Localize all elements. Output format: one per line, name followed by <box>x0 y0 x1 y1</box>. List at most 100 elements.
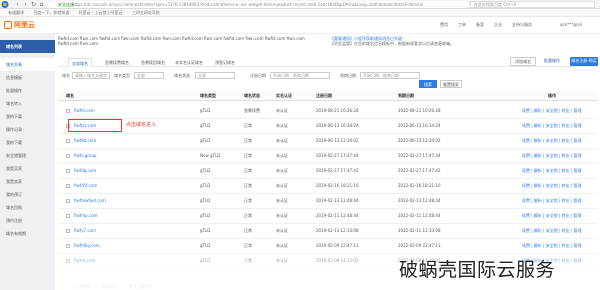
buy-domain-button[interactable]: 域名注册-购买 <box>570 57 598 66</box>
bookmark-item[interactable]: 有道翻译 <box>8 10 24 15</box>
domain-link[interactable]: fiwfy7.com <box>74 228 96 234</box>
row-actions[interactable]: 续费 | 解析 | 安全锁 | 转出 | 管理 <box>522 213 582 219</box>
reg-date: 2019-02-27 17:47:42 <box>316 168 359 173</box>
row-checkbox[interactable] <box>66 214 70 218</box>
sidebar-item-batch[interactable]: 批量操作 <box>0 84 55 97</box>
reg-date: 2019-06-13 16:34:24 <box>316 123 359 128</box>
bookmark-item[interactable]: 三四五网址导航 <box>132 10 160 15</box>
home-icon[interactable]: ⌂ <box>38 1 45 8</box>
domain-link[interactable]: fiwfmwfjud.com <box>74 198 106 204</box>
domain-status: 正常 <box>244 153 252 158</box>
row-actions[interactable]: 续费 | 解析 | 安全锁 | 转出 | 管理 <box>522 168 582 174</box>
tab-redeem[interactable]: 急需赎回域名 <box>138 58 168 67</box>
domain-link[interactable]: fiwfmp.com <box>74 213 97 219</box>
bookmark-item[interactable]: 阿里云 - 上云就上阿里云 <box>79 10 123 15</box>
batch-operation-button[interactable]: 批量操作 <box>540 57 564 66</box>
col-header-type: 域名类型 <box>200 93 216 98</box>
row-actions[interactable]: 续费 | 解析 | 安全锁 | 转出 | 管理 <box>522 228 582 234</box>
user-account[interactable]: ace***@ali <box>560 21 590 28</box>
announcement: 【重要通知】小程序获取通知消息已升级！ 【资金监管】在您的域名信息模板中，根据新… <box>330 36 590 50</box>
domain-link[interactable]: fiwfdg.com <box>74 168 96 174</box>
auth-status: 未认证 <box>276 168 288 173</box>
col-header-expdate: 到期日期 <box>398 93 414 98</box>
domain-link[interactable]: fiwfid.com <box>74 108 95 114</box>
sidebar-item-oplog[interactable]: 操作记录 <box>0 123 55 136</box>
row-checkbox[interactable] <box>66 154 70 158</box>
refresh-icon[interactable]: ↻ <box>30 1 37 8</box>
exp-date: 2022-02-16 18:21:10 <box>398 183 441 188</box>
sidebar-item-buyback[interactable]: 域名回购 <box>0 201 55 214</box>
sidebar-item-prereg[interactable]: 预约注册 <box>0 214 55 227</box>
reg-date: 2019-02-11 12:48:44 <box>316 213 359 218</box>
tab-all-domains[interactable]: 全部域名 <box>68 58 92 67</box>
reg-date-range[interactable]: 开始日期 - 结束日期 <box>270 72 330 79</box>
sidebar-item-seller[interactable]: 我是卖家 <box>0 175 55 188</box>
sidebar-item-template[interactable]: 信息模板 <box>0 71 55 84</box>
browser-search-input[interactable]: 在此处搜索百度 Ctrl+K <box>470 1 595 8</box>
auth-status: 未认证 <box>276 228 288 233</box>
notice-line: fiwfid.com fiwn.com fiwfid.com fiwn.com … <box>58 36 305 41</box>
domain-link[interactable]: fiwfo.group <box>74 153 96 159</box>
sidebar-item-domain-list[interactable]: 域名列表 <box>0 58 55 71</box>
bookmark-item[interactable]: 百度一下，你就知道 <box>33 10 69 15</box>
exp-date: 2022-06-13 16:34:24 <box>398 123 441 128</box>
exp-date-range[interactable]: 开始日期 - 结束日期 <box>360 72 420 79</box>
row-actions[interactable]: 续费 | 解析 | 安全锁 | 转出 | 管理 <box>522 138 582 144</box>
row-actions[interactable]: 续费 | 解析 | 安全锁 | 转出 | 管理 <box>522 108 582 114</box>
auth-status: 未认证 <box>276 108 288 113</box>
topnav-link-support[interactable]: 支持与服务 <box>512 22 532 28</box>
sidebar-header: 域名列表 <box>0 40 55 53</box>
domain-status: 正常 <box>244 168 252 173</box>
announcement-line[interactable]: 【资金监管】在您的域名信息模板中，根据新规要求以后请变更邮箱。 <box>330 41 590 46</box>
row-checkbox[interactable] <box>66 139 70 143</box>
secure-badge: 安全连接 <box>58 2 74 7</box>
filter-label-expdate: 到期日期 <box>340 73 356 78</box>
aliyun-logo-icon[interactable] <box>4 21 12 29</box>
exp-date: 2022-08-21 10:26:28 <box>398 108 441 113</box>
domain-link[interactable]: fiwf8d.com <box>74 138 96 144</box>
row-checkbox[interactable] <box>66 184 70 188</box>
row-checkbox[interactable] <box>66 229 70 233</box>
reg-date: 2019-02-27 17:47:44 <box>316 153 359 158</box>
topnav-link-icp[interactable]: 备案 <box>476 22 484 28</box>
search-button[interactable]: 搜索 <box>419 80 437 88</box>
bookmarks-bar: 有道翻译 百度一下，你就知道 阿里云 - 上云就上阿里云 三四五网址导航 <box>0 9 600 17</box>
sidebar-item-reserve[interactable]: 我的预订 <box>0 188 55 201</box>
address-bar[interactable]: https://dc.console.aliyun.com/next/index… <box>48 1 468 8</box>
auth-status: 未认证 <box>276 153 288 158</box>
tab-renew[interactable]: 急需续费域名 <box>102 58 132 67</box>
row-actions[interactable]: 续费 | 解析 | 安全锁 | 转出 | 管理 <box>522 153 582 159</box>
topnav-link-enterprise[interactable]: 企业 <box>494 22 502 28</box>
tab-unverified[interactable]: 未实名认证域名 <box>172 58 206 67</box>
topnav-link-fee[interactable]: 费用 <box>440 22 448 28</box>
reg-date: 2019-06-13 12:34:02 <box>316 138 359 143</box>
domain-type: gTLD <box>200 198 211 203</box>
reset-button[interactable]: 重置搜索 <box>440 80 462 88</box>
sidebar-item-download-2[interactable]: 我的下载 <box>0 136 55 149</box>
add-domain-button[interactable]: 添加域名 <box>510 57 536 66</box>
type-select[interactable]: 全部 <box>134 72 164 79</box>
sidebar-item-transfer-in[interactable]: 域名转入 <box>0 97 55 110</box>
row-actions[interactable]: 续费 | 解析 | 安全锁 | 转出 | 管理 <box>522 183 582 189</box>
logo-text[interactable]: 阿里云 <box>14 20 35 30</box>
tab-prereg[interactable]: 预登记域名 <box>212 58 238 67</box>
sidebar-item-validity[interactable]: 域名有效期 <box>0 227 55 240</box>
row-actions[interactable]: 续费 | 解析 | 安全锁 | 转出 | 管理 <box>522 123 582 129</box>
exp-date: 2022-02-27 17:47:44 <box>398 153 441 158</box>
sidebar-item-lock[interactable]: 安全锁管理 <box>0 149 55 162</box>
row-checkbox[interactable] <box>66 109 70 113</box>
row-actions[interactable]: 续费 | 解析 | 安全锁 | 转出 | 管理 <box>522 198 582 204</box>
status-select[interactable]: 全部 <box>195 72 235 79</box>
domain-search-input[interactable]: 请输入域名关键字 <box>72 72 110 79</box>
topnav-link-ticket[interactable]: 工单 <box>458 22 466 28</box>
forward-icon[interactable]: › <box>22 1 29 8</box>
auth-status: 未认证 <box>276 123 288 128</box>
sidebar-item-download[interactable]: 我的下载 <box>0 110 55 123</box>
row-checkbox[interactable] <box>66 169 70 173</box>
domain-type: gTLD <box>200 108 211 113</box>
row-checkbox[interactable] <box>66 199 70 203</box>
domain-link[interactable]: fiwfd5f.com <box>74 183 97 189</box>
back-icon[interactable]: ‹ <box>14 1 21 8</box>
sidebar-item-buyer[interactable]: 我是买家 <box>0 162 55 175</box>
auth-status: 未认证 <box>276 138 288 143</box>
